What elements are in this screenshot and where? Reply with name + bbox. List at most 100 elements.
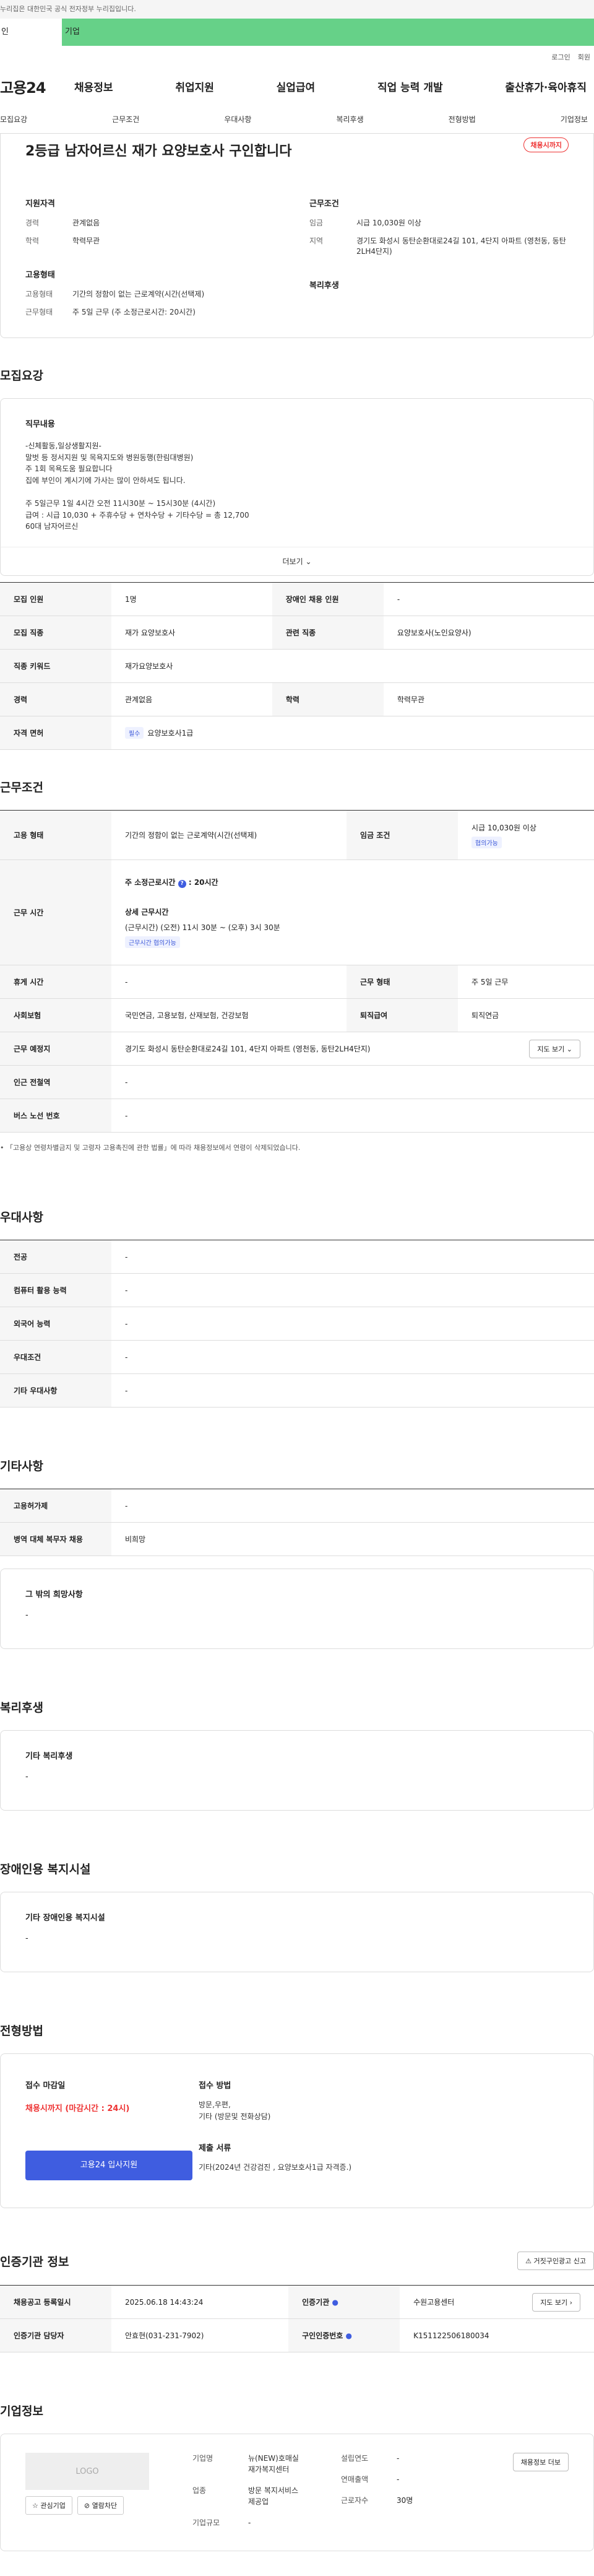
apply-card: 접수 마감일 채용시까지 (마감시간 : 24시) 고용24 입사지원 접수 방… (0, 2053, 594, 2208)
cell-key: 인증기관 담당자 (0, 2318, 111, 2352)
cert-section-title: 인증기관 정보 (0, 2255, 69, 2269)
table-row: 고용 형태 기간의 정함이 없는 근로계약(시간(선택제) 임금 조건 시급 1… (0, 810, 594, 860)
cell-value: 비희망 (111, 1522, 594, 1556)
cell-key: 휴게 시간 (0, 965, 111, 999)
tab-individual[interactable]: 인 (0, 19, 62, 46)
table-row: 근무 시간 주 소정근로시간 ? : 20시간 상세 근무시간 (근무시간) (… (0, 859, 594, 965)
site-logo[interactable]: 고용24 (0, 76, 74, 97)
cell-value: - (111, 1307, 594, 1341)
emp-heading: 고용형태 (25, 271, 55, 280)
wage-chip: 협의가능 (471, 836, 502, 848)
apply-section-title: 전형방법 (0, 2024, 43, 2038)
join-link[interactable]: 회원 (578, 52, 590, 67)
wish-value: - (25, 1611, 28, 1620)
cell-key: 근무 시간 (0, 859, 111, 965)
cell-value: K151122506180034 (400, 2318, 594, 2352)
cell-key: 버스 노선 번호 (0, 1099, 111, 1133)
emp-value: 기간의 정함이 없는 근로계약(시간(선택제) (72, 290, 205, 298)
cell-key: 고용허가제 (0, 1489, 111, 1523)
co-key: 연매출액 (341, 2475, 369, 2484)
license-value: 요양보호사1급 (147, 729, 194, 738)
cell-value: 학력무관 (383, 682, 594, 716)
cond-value: 경기도 화성시 동탄순환대로24길 101, 4단지 아파트 (영천동, 동탄2… (356, 237, 566, 256)
cell-key: 자격 면허 (0, 716, 111, 750)
disabled-value: - (25, 1934, 28, 1943)
table-row: 직종 키워드 재가요양보호사 (0, 649, 594, 683)
welfare-section-title: 복리후생 (0, 1701, 43, 1715)
gnb-item-skill-development[interactable]: 직업 능력 개발 (377, 79, 443, 94)
welfare-heading: 복리후생 (309, 281, 339, 290)
emp-key: 고용형태 (25, 290, 53, 298)
cert-title-row: 인증기관 정보 ⚠ 거짓구인광고 신고 (0, 2252, 594, 2270)
cell-value: 관계없음 (111, 682, 272, 716)
more-button[interactable]: 더보기 ⌄ (0, 547, 594, 576)
gnb-item-jobs[interactable]: 채용정보 (74, 79, 113, 94)
work-table: 고용 형태 기간의 정함이 없는 근로계약(시간(선택제) 임금 조건 시급 1… (0, 810, 594, 1133)
cell-key: 외국어 능력 (0, 1307, 111, 1341)
cell-value: - (111, 1273, 594, 1307)
co-value: - (248, 2518, 251, 2527)
co-key: 업종 (192, 2486, 207, 2495)
report-icon: ⚠ (525, 2257, 532, 2265)
disabled-card: 기타 장애인용 복지시설 - (0, 1892, 594, 1972)
deadline-heading: 접수 마감일 (25, 2081, 66, 2091)
cell-value: - (111, 1373, 594, 1408)
required-chip: 필수 (125, 727, 144, 739)
disabled-heading: 기타 장애인용 복지시설 (25, 1913, 105, 1923)
gnb-item-parental-leave[interactable]: 출산휴가·육아휴직 (505, 79, 587, 94)
gnb-item-employment-support[interactable]: 취업지원 (175, 79, 214, 94)
cell-key: 근무 예정지 (0, 1032, 111, 1066)
apply-button[interactable]: 고용24 입사지원 (25, 2151, 192, 2180)
qual-value: 학력무관 (72, 237, 100, 245)
cert-org-value: 수원고용센터 (413, 2298, 455, 2307)
method-value: 방문,우편, 기타 (방문및 전화상담) (199, 2100, 271, 2121)
block-company-button[interactable]: ⊘ 열람차단 (77, 2496, 124, 2515)
welfare-heading: 기타 복리후생 (25, 1752, 73, 1761)
age-notice-text: 「고용상 연령차별금지 및 고령자 고용촉진에 관한 법률」에 따라 채용정보에… (6, 1144, 301, 1152)
cell-value: 기간의 정함이 없는 근로계약(시간(선택제) (111, 810, 347, 860)
company-jobs-button[interactable]: 채용정보 더보 (512, 2453, 569, 2471)
bottom-spacer (0, 2551, 594, 2576)
subnav-work[interactable]: 근무조건 (112, 114, 139, 124)
subnav-pref[interactable]: 우대사항 (224, 114, 251, 124)
cell-value: 경기도 화성시 동탄순환대로24길 101, 4단지 아파트 (영천동, 동탄2… (111, 1032, 594, 1066)
table-row: 우대조건 - (0, 1340, 594, 1374)
detail-hours-heading: 상세 근무시간 (125, 908, 169, 916)
hours-chip: 근무시간 협의가능 (125, 936, 180, 948)
table-row: 모집 직종 재가 요양보호사 관련 직종 요양보호사(노인요양사) (0, 616, 594, 650)
co-value: - (397, 2475, 400, 2484)
info-icon[interactable]: ? (178, 880, 186, 888)
subnav-apply[interactable]: 전형방법 (449, 114, 476, 124)
deadline-value: 채용시까지 (마감시간 : 24시) (25, 2104, 130, 2113)
subnav-company[interactable]: 기업정보 (561, 114, 588, 124)
cell-value: 주 소정근로시간 ? : 20시간 상세 근무시간 (근무시간) (오전) 11… (111, 859, 594, 965)
tab-company[interactable]: 기업 (62, 19, 124, 46)
wish-card: 그 밖의 희망사항 - (0, 1569, 594, 1649)
cell-value: 재가 요양보호사 (111, 616, 272, 650)
recruit-table: 모집 인원 1명 장애인 채용 인원 - 모집 직종 재가 요양보호사 관련 직… (0, 582, 594, 750)
info-icon[interactable]: ● (332, 2298, 338, 2307)
login-link[interactable]: 로그인 (551, 52, 570, 67)
job-title: 2등급 남자어르신 재가 요양보호사 구인합니다 (25, 144, 292, 159)
report-button[interactable]: ⚠ 거짓구인광고 신고 (517, 2252, 594, 2270)
info-icon[interactable]: ● (346, 2331, 352, 2340)
cell-value: - (111, 1340, 594, 1374)
table-row: 근무 예정지 경기도 화성시 동탄순환대로24길 101, 4단지 아파트 (영… (0, 1032, 594, 1066)
qual-value: 관계없음 (72, 219, 100, 227)
favorite-company-button[interactable]: ☆ 관심기업 (25, 2496, 72, 2515)
method-heading: 접수 방법 (199, 2081, 231, 2091)
gnb-item-unemployment-benefit[interactable]: 실업급여 (277, 79, 316, 94)
co-value: 30명 (397, 2496, 413, 2505)
subnav-recruit[interactable]: 모집요강 (0, 114, 27, 124)
cond-value: 시급 10,030원 이상 (356, 219, 421, 227)
docs-value: 기타(2024년 건강검진 , 요양보호사1급 자격증.) (199, 2163, 352, 2172)
map-button[interactable]: 지도 보기 ⌄ (529, 1039, 580, 1058)
work-section-title: 근무조건 (0, 781, 43, 794)
subnav-welfare[interactable]: 복리후생 (336, 114, 363, 124)
cert-map-button[interactable]: 지도 보기 › (532, 2292, 580, 2312)
cond-heading: 근무조건 (309, 199, 339, 209)
cell-key: 학력 (272, 682, 384, 716)
cell-key: 직종 키워드 (0, 649, 111, 683)
favorite-label: 관심기업 (40, 2502, 66, 2510)
weekly-hours-label: 주 소정근로시간 (125, 878, 176, 887)
